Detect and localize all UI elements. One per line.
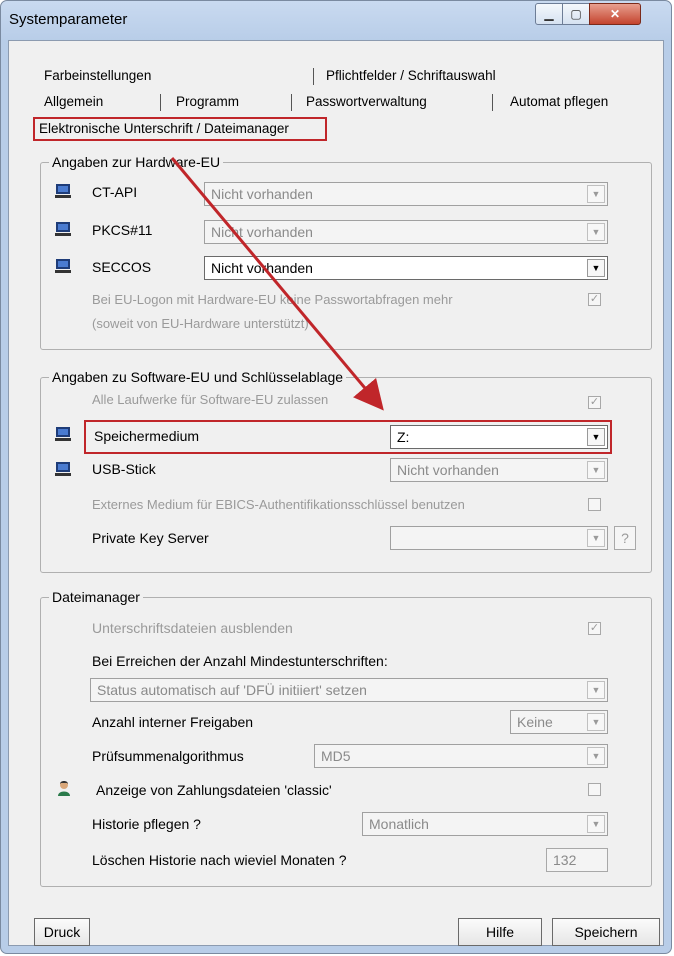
history-label: Historie pflegen ? <box>92 816 201 832</box>
chevron-down-icon: ▼ <box>587 223 605 241</box>
hide-sig-files-checkbox[interactable]: ✓ <box>588 622 601 635</box>
chevron-down-icon: ▼ <box>587 461 605 479</box>
close-button[interactable]: ✕ <box>589 3 641 25</box>
external-medium-checkbox[interactable] <box>588 498 601 511</box>
ct-api-label: CT-API <box>92 184 138 200</box>
tab-divider <box>313 68 314 85</box>
tab-divider <box>492 94 493 111</box>
usb-stick-label: USB-Stick <box>92 461 156 477</box>
minimize-button[interactable]: ▁ <box>535 3 563 25</box>
close-icon: ✕ <box>609 7 621 21</box>
tab-row-2: Allgemein Programm Passwortverwaltung Au… <box>0 92 674 112</box>
private-key-server-select[interactable]: ▼ <box>390 526 608 550</box>
chevron-down-icon: ▼ <box>587 428 605 446</box>
hardware-device-icon <box>55 184 71 198</box>
all-drives-checkbox[interactable]: ✓ <box>588 396 601 409</box>
chevron-down-icon: ▼ <box>587 259 605 277</box>
filemanager-group-title: Dateimanager <box>49 589 143 605</box>
user-icon <box>58 781 70 796</box>
delete-history-input[interactable]: 132 <box>546 848 608 872</box>
classic-display-label: Anzeige von Zahlungsdateien 'classic' <box>96 782 332 798</box>
history-select[interactable]: Monatlich ▼ <box>362 812 608 836</box>
tab-automat-pflegen[interactable]: Automat pflegen <box>510 94 608 109</box>
pkcs11-label: PKCS#11 <box>92 222 153 238</box>
eu-logon-note: Bei EU-Logon mit Hardware-EU keine Passw… <box>92 292 453 307</box>
filemanager-group: Dateimanager <box>40 589 652 887</box>
tab-allgemein[interactable]: Allgemein <box>44 94 103 109</box>
seccos-label: SECCOS <box>92 259 152 275</box>
eu-logon-note-2: (soweit von EU-Hardware unterstützt) <box>92 316 309 331</box>
title-bar: Systemparameter ▁ ▢ ✕ <box>1 1 671 41</box>
min-signatures-label: Bei Erreichen der Anzahl Mindestuntersch… <box>92 653 388 669</box>
help-button[interactable]: Hilfe <box>458 918 542 946</box>
chevron-down-icon: ▼ <box>587 185 605 203</box>
chevron-down-icon: ▼ <box>587 747 605 765</box>
hardware-device-icon <box>55 462 71 476</box>
tab-passwortverwaltung[interactable]: Passwortverwaltung <box>306 94 427 109</box>
delete-history-label: Löschen Historie nach wieviel Monaten ? <box>92 852 347 868</box>
chevron-down-icon: ▼ <box>587 713 605 731</box>
min-signatures-select[interactable]: Status automatisch auf 'DFÜ initiiert' s… <box>90 678 608 702</box>
private-key-server-label: Private Key Server <box>92 530 209 546</box>
hardware-device-icon <box>55 222 71 236</box>
tab-divider <box>291 94 292 111</box>
window-title: Systemparameter <box>9 11 128 28</box>
usb-stick-select[interactable]: Nicht vorhanden ▼ <box>390 458 608 482</box>
hardware-device-icon <box>55 427 71 441</box>
storage-medium-select[interactable]: Z: ▼ <box>390 425 608 449</box>
checksum-label: Prüfsummenalgorithmus <box>92 748 244 764</box>
print-button[interactable]: Druck <box>34 918 90 946</box>
storage-medium-label: Speichermedium <box>94 428 200 444</box>
internal-approvals-label: Anzahl interner Freigaben <box>92 714 254 730</box>
tab-farbeinstellungen[interactable]: Farbeinstellungen <box>44 68 151 83</box>
tab-divider <box>160 94 161 111</box>
tab-pflichtfelder[interactable]: Pflichtfelder / Schriftauswahl <box>326 68 496 83</box>
tab-elektronische-unterschrift[interactable]: Elektronische Unterschrift / Dateimanage… <box>33 117 327 141</box>
seccos-select[interactable]: Nicht vorhanden ▼ <box>204 256 608 280</box>
hardware-device-icon <box>55 259 71 273</box>
classic-display-checkbox[interactable] <box>588 783 601 796</box>
chevron-down-icon: ▼ <box>587 529 605 547</box>
pkcs11-select[interactable]: Nicht vorhanden ▼ <box>204 220 608 244</box>
chevron-down-icon: ▼ <box>587 815 605 833</box>
external-medium-label: Externes Medium für EBICS-Authentifikati… <box>92 497 465 512</box>
internal-approvals-select[interactable]: Keine ▼ <box>510 710 608 734</box>
maximize-icon: ▢ <box>570 7 582 21</box>
eu-logon-checkbox[interactable]: ✓ <box>588 293 601 306</box>
hide-sig-files-label: Unterschriftsdateien ausblenden <box>92 620 293 636</box>
all-drives-label: Alle Laufwerke für Software-EU zulassen <box>92 392 329 407</box>
ct-api-select[interactable]: Nicht vorhanden ▼ <box>204 182 608 206</box>
minimize-icon: ▁ <box>544 7 554 21</box>
maximize-button[interactable]: ▢ <box>562 3 590 25</box>
software-group-title: Angaben zu Software-EU und Schlüsselabla… <box>49 369 347 385</box>
hardware-group-title: Angaben zur Hardware-EU <box>49 154 224 170</box>
chevron-down-icon: ▼ <box>587 681 605 699</box>
tab-programm[interactable]: Programm <box>176 94 239 109</box>
checksum-select[interactable]: MD5 ▼ <box>314 744 608 768</box>
private-key-help-button[interactable]: ? <box>614 526 636 550</box>
tab-row-1: Farbeinstellungen Pflichtfelder / Schrif… <box>0 66 674 86</box>
save-button[interactable]: Speichern <box>552 918 660 946</box>
